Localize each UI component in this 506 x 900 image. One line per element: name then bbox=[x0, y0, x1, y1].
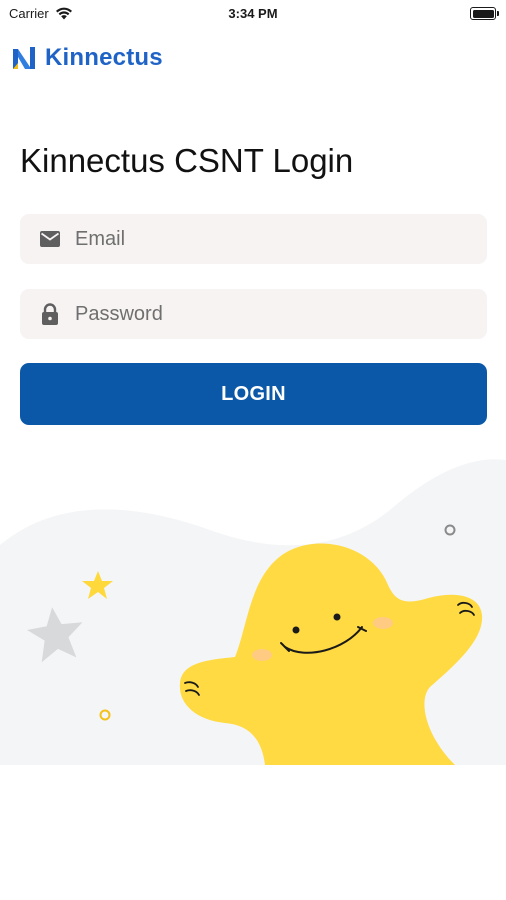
login-button[interactable]: LOGIN bbox=[20, 363, 487, 425]
status-bar: Carrier 3:34 PM bbox=[0, 0, 506, 28]
password-field-container[interactable] bbox=[20, 289, 487, 339]
battery-icon bbox=[470, 7, 499, 20]
status-time: 3:34 PM bbox=[228, 6, 278, 21]
mascot-left-eye bbox=[292, 626, 300, 634]
lock-icon bbox=[39, 303, 61, 325]
email-field-container[interactable] bbox=[20, 214, 487, 264]
password-input[interactable] bbox=[75, 302, 455, 326]
brand-name: Kinnectus bbox=[45, 44, 163, 71]
kinnectus-logo-icon bbox=[13, 47, 35, 69]
brand-header: Kinnectus bbox=[11, 44, 163, 72]
envelope-icon bbox=[39, 228, 61, 250]
mascot-right-eye bbox=[333, 613, 341, 621]
email-input[interactable] bbox=[75, 227, 455, 251]
mascot-illustration bbox=[0, 459, 506, 765]
page-title: Kinnectus CSNT Login bbox=[20, 142, 354, 179]
